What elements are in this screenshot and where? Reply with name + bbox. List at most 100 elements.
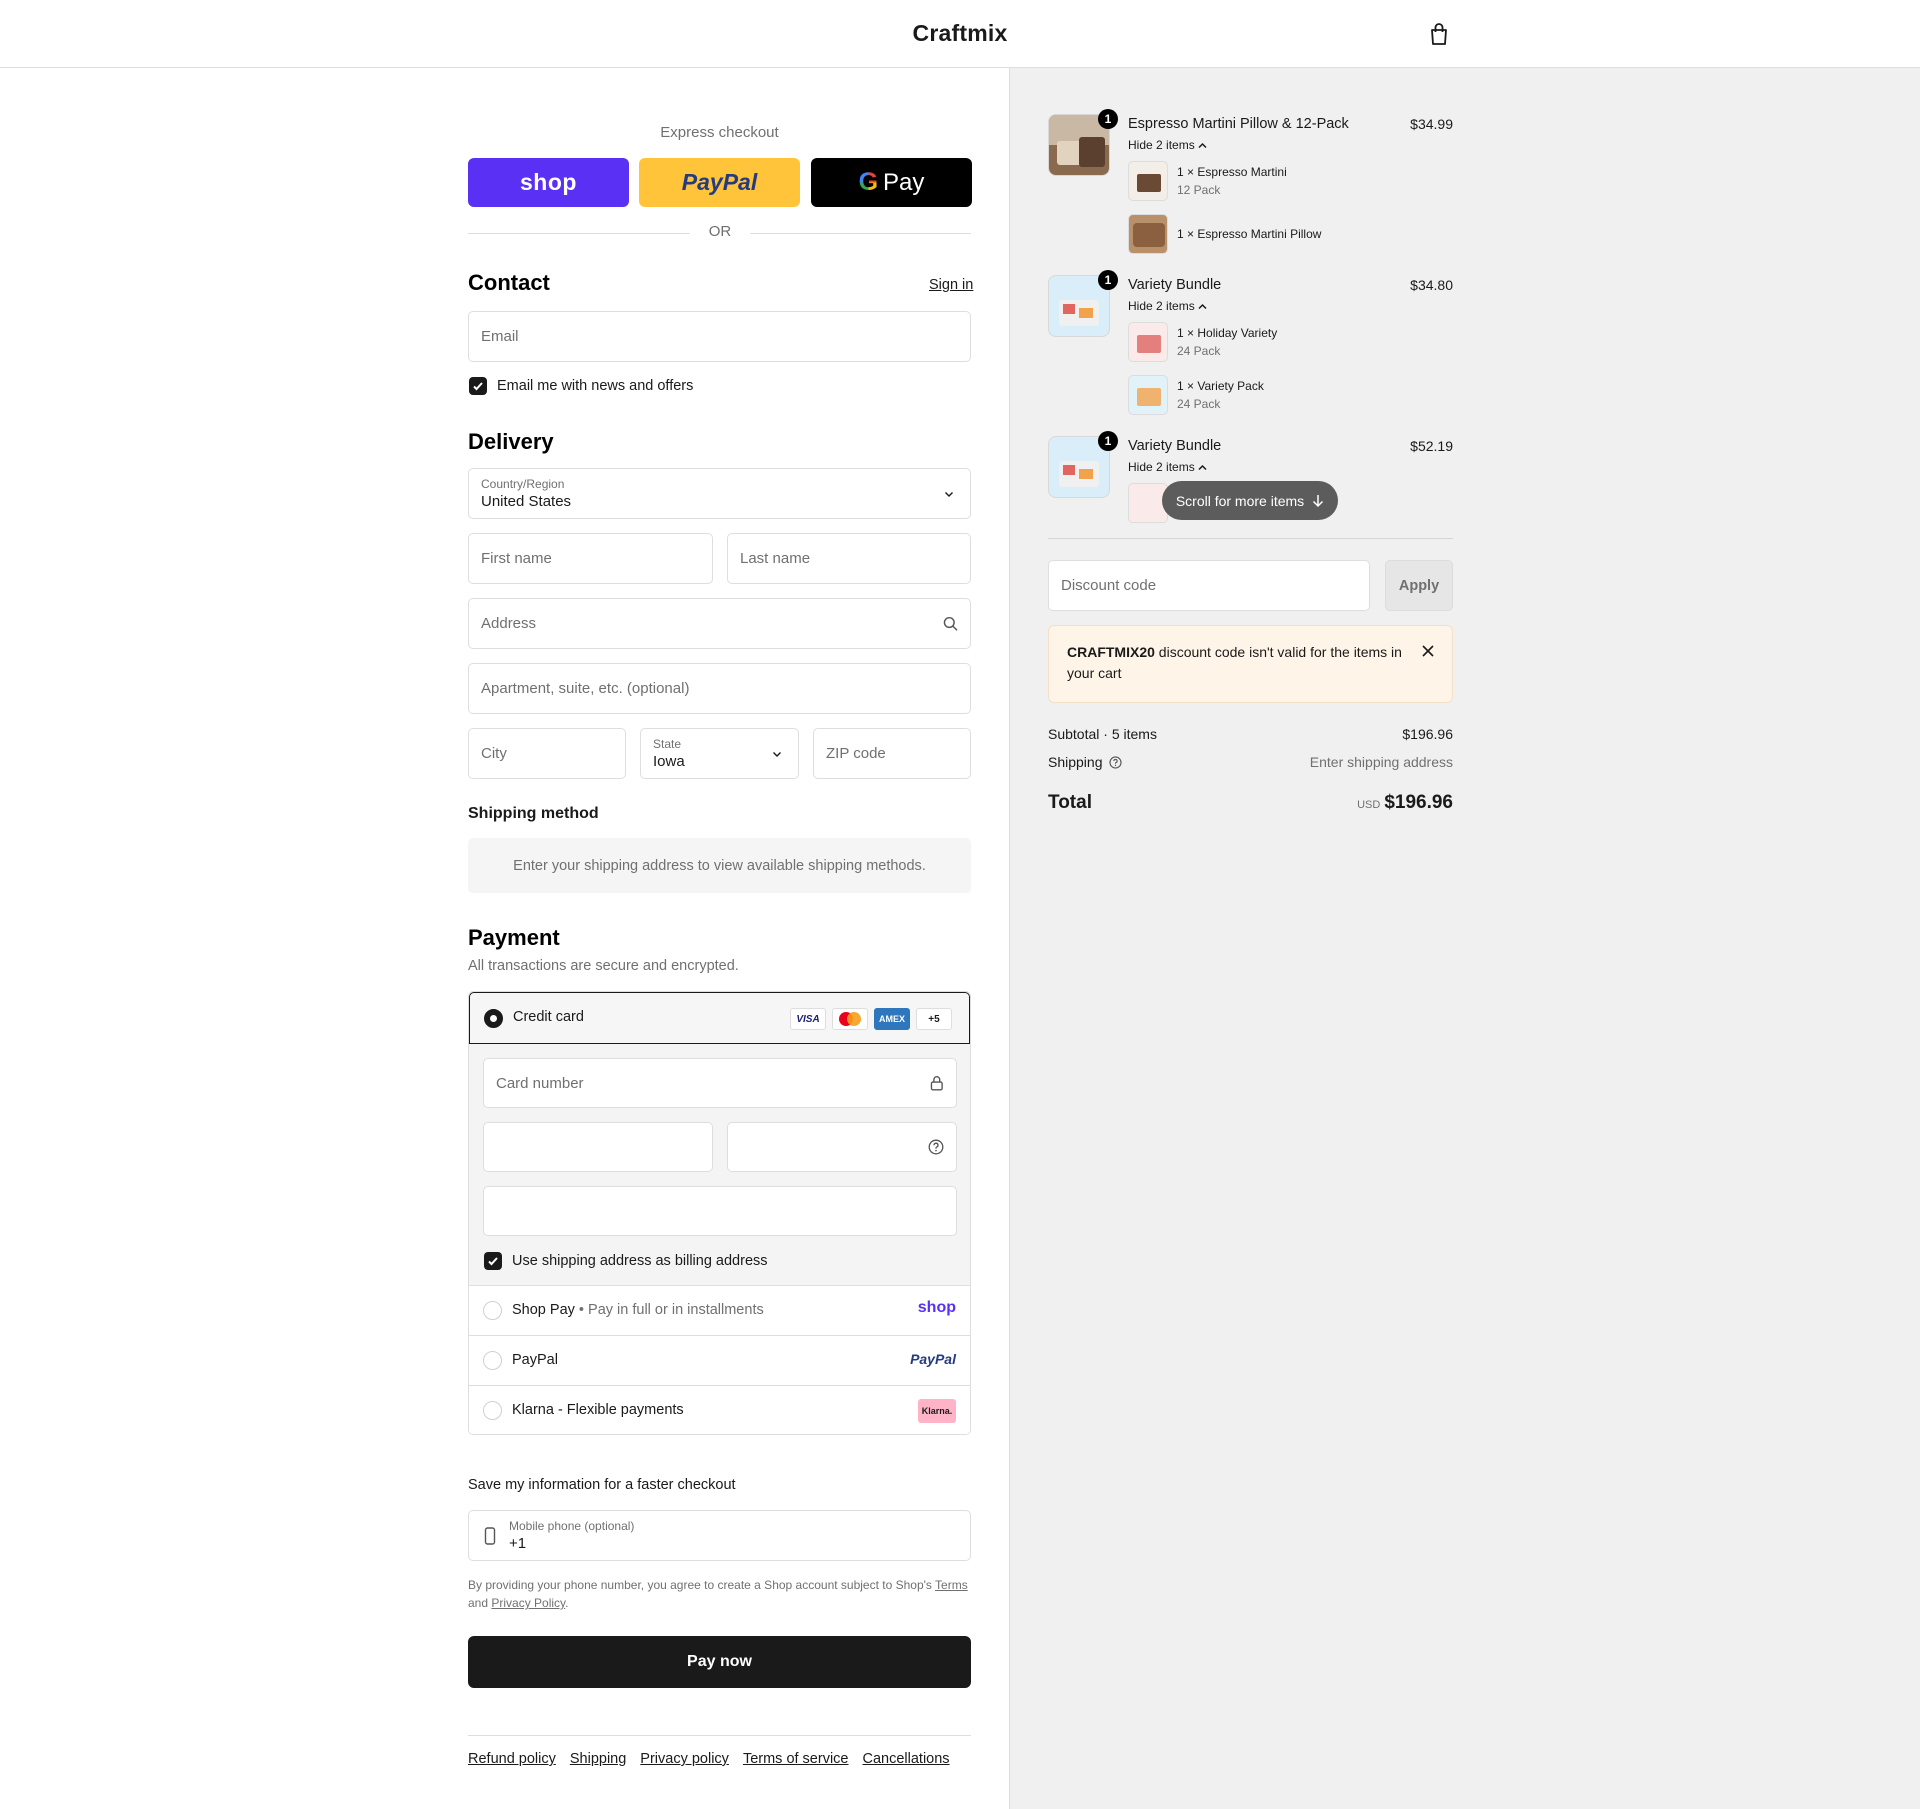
- scroll-hint-label: Scroll for more items: [1175, 492, 1305, 509]
- expiration-field[interactable]: [483, 1122, 713, 1172]
- email-field[interactable]: [468, 311, 971, 362]
- check-icon: [473, 382, 483, 391]
- name-on-card-field[interactable]: [483, 1186, 957, 1236]
- or-label: OR: [690, 223, 750, 240]
- hide-items-toggle[interactable]: Hide 2 items: [1128, 138, 1207, 152]
- shop-pay-radio[interactable]: [483, 1301, 502, 1320]
- subitem-thumbnail: [1128, 375, 1168, 415]
- shipping-policy-link[interactable]: Shipping: [570, 1751, 626, 1767]
- paypal-option[interactable]: PayPal PayPal: [469, 1335, 970, 1385]
- hide-items-toggle[interactable]: Hide 2 items: [1128, 299, 1207, 313]
- legal-period: .: [565, 1596, 569, 1610]
- klarna-radio[interactable]: [483, 1401, 502, 1420]
- news-checkbox[interactable]: [469, 377, 487, 395]
- arrow-down-icon: [1313, 494, 1324, 507]
- refund-policy-link[interactable]: Refund policy: [468, 1751, 556, 1767]
- subitem-name: 1 × Variety Pack: [1177, 379, 1264, 393]
- state-select[interactable]: State Iowa: [640, 728, 799, 779]
- paypal-radio[interactable]: [483, 1351, 502, 1370]
- subitem-times: ×: [1187, 326, 1195, 340]
- summary-divider: [1048, 538, 1453, 539]
- google-pay-label: Pay: [883, 168, 925, 196]
- zip-input[interactable]: [826, 745, 958, 762]
- subitem-qty: 1: [1177, 165, 1184, 179]
- country-value: United States: [481, 493, 572, 510]
- sign-in-link[interactable]: Sign in: [929, 277, 973, 293]
- city-input[interactable]: [481, 745, 613, 762]
- total-value: $196.96: [1384, 792, 1453, 813]
- visa-icon: VISA: [790, 1008, 826, 1030]
- hide-items-label: Hide 2 items: [1128, 138, 1195, 152]
- billing-checkbox[interactable]: [484, 1252, 502, 1270]
- close-icon[interactable]: [1422, 645, 1434, 657]
- google-g-icon: G: [858, 168, 879, 196]
- address-field[interactable]: [468, 598, 971, 649]
- subitem-qty: 1: [1177, 227, 1184, 241]
- product-name: Variety Bundle: [1128, 438, 1222, 454]
- security-code-field[interactable]: [727, 1122, 957, 1172]
- paypal-logo-text: PayPal: [681, 169, 758, 195]
- apply-discount-button[interactable]: Apply: [1385, 560, 1453, 611]
- privacy-policy-link[interactable]: Privacy Policy: [491, 1596, 565, 1610]
- privacy-policy-footer-link[interactable]: Privacy policy: [640, 1751, 729, 1767]
- country-select[interactable]: Country/Region United States: [468, 468, 971, 519]
- discount-code-field[interactable]: [1048, 560, 1370, 611]
- shop-pay-label: Shop Pay: [512, 1302, 575, 1318]
- city-field[interactable]: [468, 728, 626, 779]
- address-input[interactable]: [481, 615, 943, 632]
- scroll-for-more-button[interactable]: Scroll for more items: [1162, 481, 1338, 520]
- chevron-down-icon: [945, 492, 953, 497]
- help-circle-icon[interactable]: [928, 1139, 944, 1155]
- shop-pay-express-button[interactable]: shop: [468, 158, 629, 207]
- shopping-bag-icon[interactable]: [1429, 22, 1449, 46]
- check-icon: [488, 1257, 498, 1266]
- pay-now-button[interactable]: Pay now: [468, 1636, 971, 1688]
- help-circle-icon[interactable]: [1108, 755, 1122, 769]
- shop-legal-prefix: By providing your phone number, you agre…: [468, 1578, 932, 1592]
- apartment-input[interactable]: [481, 680, 958, 697]
- subitem-name: 1 × Espresso Martini: [1177, 165, 1287, 179]
- klarna-option[interactable]: Klarna - Flexible payments Klarna.: [469, 1385, 970, 1434]
- lock-icon: [931, 1076, 944, 1091]
- card-number-input[interactable]: [496, 1074, 931, 1092]
- mobile-phone-label: Mobile phone (optional): [509, 1519, 635, 1533]
- card-number-field[interactable]: [483, 1058, 957, 1108]
- shipping-value: Enter shipping address: [1309, 754, 1453, 770]
- first-name-field[interactable]: [468, 533, 713, 584]
- chevron-up-icon: [1198, 303, 1207, 310]
- credit-card-option[interactable]: Credit card VISA AMEX +5: [469, 992, 970, 1044]
- google-pay-express-button[interactable]: G Pay: [811, 158, 972, 207]
- brand-logo[interactable]: Craftmix: [0, 20, 1920, 47]
- mobile-phone-icon: [484, 1527, 496, 1545]
- site-header: Craftmix: [0, 0, 1920, 68]
- hide-items-toggle[interactable]: Hide 2 items: [1128, 460, 1207, 474]
- subitem-qty: 1: [1177, 326, 1184, 340]
- chevron-up-icon: [1198, 142, 1207, 149]
- search-icon: [943, 616, 958, 631]
- subitem-name: 1 × Espresso Martini Pillow: [1177, 227, 1321, 241]
- mobile-phone-field[interactable]: Mobile phone (optional) +1: [468, 1510, 971, 1561]
- subtotal-label: Subtotal · 5 items: [1048, 726, 1157, 742]
- discount-code-input[interactable]: [1061, 577, 1357, 594]
- last-name-input[interactable]: [740, 550, 958, 567]
- shop-pay-logo: shop: [917, 1299, 956, 1316]
- zip-field[interactable]: [813, 728, 971, 779]
- apartment-field[interactable]: [468, 663, 971, 714]
- news-checkbox-label: Email me with news and offers: [497, 378, 694, 394]
- terms-link[interactable]: Terms: [935, 1578, 968, 1592]
- state-label: State: [653, 737, 682, 751]
- payment-methods: Credit card VISA AMEX +5 Use shipping ad…: [468, 991, 971, 1435]
- contact-title: Contact: [468, 270, 550, 295]
- first-name-input[interactable]: [481, 550, 700, 567]
- paypal-express-button[interactable]: PayPal: [639, 158, 800, 207]
- cancellations-link[interactable]: Cancellations: [863, 1751, 950, 1767]
- hide-items-label: Hide 2 items: [1128, 299, 1195, 313]
- terms-of-service-link[interactable]: Terms of service: [743, 1751, 849, 1767]
- footer-links: Refund policy Shipping Privacy policy Te…: [468, 1751, 950, 1767]
- last-name-field[interactable]: [727, 533, 971, 584]
- email-input[interactable]: [481, 328, 958, 345]
- shop-legal-text: By providing your phone number, you agre…: [468, 1576, 971, 1612]
- credit-card-radio[interactable]: [484, 1009, 503, 1028]
- amex-icon: AMEX: [874, 1008, 910, 1030]
- shop-pay-option[interactable]: Shop Pay • Pay in full or in installment…: [469, 1285, 970, 1335]
